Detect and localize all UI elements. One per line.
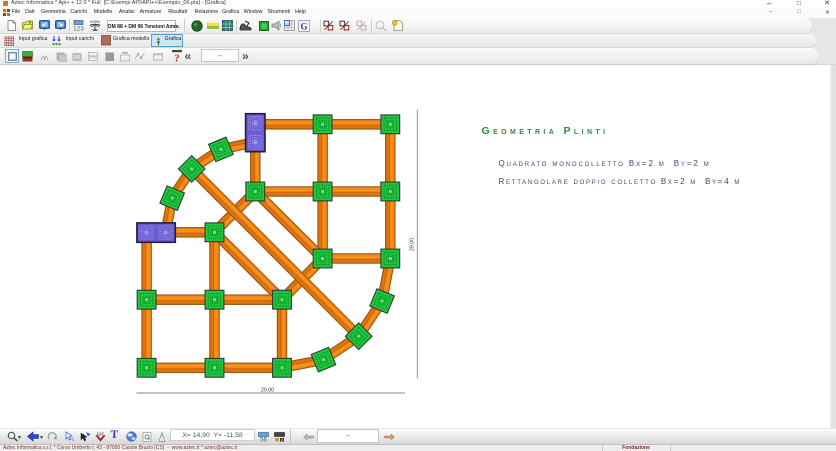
svg-text:G: G (300, 21, 307, 31)
svg-text:29.00: 29.00 (409, 237, 415, 250)
svg-text:?: ? (174, 53, 180, 63)
svg-text:0: 0 (281, 438, 283, 442)
svg-text:123: 123 (73, 25, 84, 31)
svg-text:NORM: NORM (90, 20, 100, 24)
svg-text:29.00: 29.00 (261, 387, 274, 393)
svg-text:56: 56 (260, 437, 267, 442)
svg-text:c: c (72, 437, 75, 442)
